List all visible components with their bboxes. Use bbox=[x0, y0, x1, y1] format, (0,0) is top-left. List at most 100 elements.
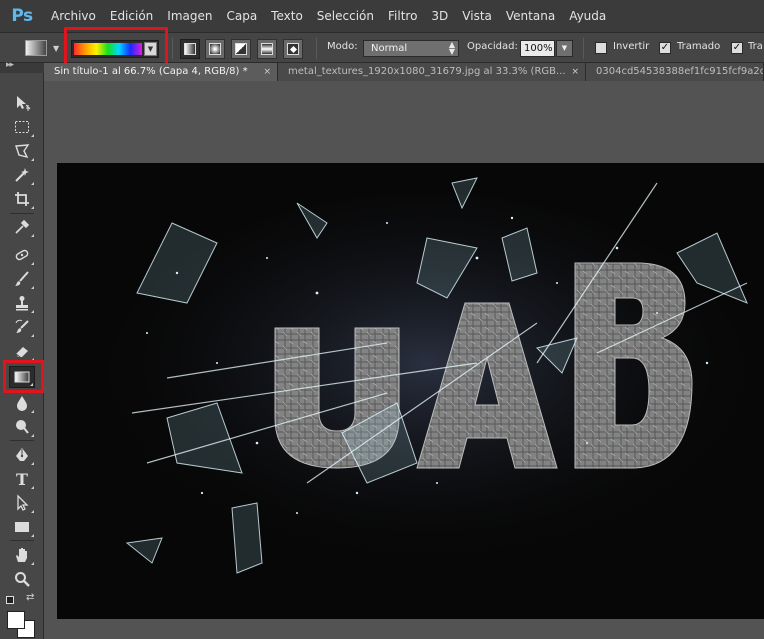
invert-checkbox[interactable] bbox=[595, 42, 607, 54]
menu-3d[interactable]: 3D bbox=[424, 0, 455, 32]
mode-label: Modo: bbox=[327, 41, 358, 52]
brush-glyph bbox=[15, 271, 29, 286]
reflected-gradient-button[interactable] bbox=[257, 39, 277, 59]
radial-gradient-icon bbox=[209, 43, 221, 55]
default-colors-icon[interactable] bbox=[6, 596, 14, 604]
divider bbox=[10, 213, 34, 214]
swap-colors-icon[interactable]: ⇄ bbox=[26, 592, 34, 603]
tool-preset-caret-icon[interactable]: ▼ bbox=[53, 44, 59, 53]
angle-gradient-icon bbox=[235, 43, 247, 55]
tool-preset-icon[interactable] bbox=[25, 40, 47, 56]
blur-tool-icon[interactable] bbox=[9, 392, 35, 414]
dodge-glyph bbox=[16, 420, 29, 434]
healing-brush-tool-icon[interactable] bbox=[9, 244, 35, 266]
menu-vista[interactable]: Vista bbox=[455, 0, 499, 32]
type-tool-icon[interactable]: T bbox=[9, 468, 35, 490]
menu-filtro[interactable]: Filtro bbox=[381, 0, 424, 32]
divider bbox=[10, 440, 34, 441]
tab-label: 0304cd54538388ef1fc915fcf9a2d bbox=[596, 66, 764, 77]
history-brush-glyph bbox=[15, 319, 29, 333]
diamond-gradient-button[interactable] bbox=[283, 39, 303, 59]
magic-wand-glyph bbox=[15, 168, 29, 182]
zoom-tool-icon[interactable] bbox=[9, 568, 35, 590]
rectangle-glyph bbox=[15, 522, 29, 532]
stamp-glyph bbox=[16, 296, 28, 311]
angle-gradient-button[interactable] bbox=[231, 39, 251, 59]
menu-ayuda[interactable]: Ayuda bbox=[562, 0, 613, 32]
mode-select[interactable]: Normal ▲ ▼ bbox=[363, 40, 459, 57]
menu-seleccion[interactable]: Selección bbox=[310, 0, 381, 32]
tool-flyout-icon bbox=[31, 434, 34, 437]
tool-flyout-icon bbox=[31, 462, 34, 465]
tool-flyout-icon bbox=[31, 158, 34, 161]
pen-tool-icon[interactable] bbox=[9, 444, 35, 466]
collapse-icon[interactable]: ▸▸ bbox=[6, 60, 14, 70]
diamond-gradient-icon bbox=[287, 43, 299, 55]
blur-glyph bbox=[17, 396, 27, 411]
tool-flyout-icon bbox=[31, 534, 34, 537]
options-bar: ▼ ▼ Modo: Normal ▲ ▼ Opacidad: 100% ▼ Inv… bbox=[0, 27, 764, 66]
menu-texto[interactable]: Texto bbox=[264, 0, 310, 32]
move-glyph bbox=[17, 96, 31, 111]
tab-label: Sin título-1 al 66.7% (Capa 4, RGB/8) * bbox=[54, 66, 248, 77]
tool-flyout-icon bbox=[31, 182, 34, 185]
foreground-color-swatch[interactable] bbox=[7, 611, 25, 629]
menu-capa[interactable]: Capa bbox=[219, 0, 264, 32]
invert-label: Invertir bbox=[613, 41, 650, 52]
path-selection-tool-icon[interactable] bbox=[9, 492, 35, 514]
linear-gradient-button[interactable] bbox=[180, 39, 200, 59]
zoom-glyph bbox=[15, 572, 30, 587]
type-glyph: T bbox=[16, 469, 28, 489]
tool-flyout-icon bbox=[31, 334, 34, 337]
marquee-glyph bbox=[15, 121, 29, 133]
transparency-label: Tra bbox=[748, 41, 763, 52]
divider bbox=[316, 38, 317, 59]
eyedropper-tool-icon[interactable] bbox=[9, 216, 35, 238]
crop-tool-icon[interactable] bbox=[9, 188, 35, 210]
eraser-tool-icon[interactable] bbox=[9, 340, 35, 362]
mode-value: Normal bbox=[371, 43, 408, 54]
menu-ventana[interactable]: Ventana bbox=[499, 0, 562, 32]
clone-stamp-tool-icon[interactable] bbox=[9, 292, 35, 314]
document-tab-active[interactable]: Sin título-1 al 66.7% (Capa 4, RGB/8) * … bbox=[44, 63, 278, 81]
brush-tool-icon[interactable] bbox=[9, 268, 35, 290]
hand-tool-icon[interactable] bbox=[9, 544, 35, 566]
gradient-highlight-box bbox=[64, 27, 168, 66]
tool-flyout-icon bbox=[31, 234, 34, 237]
tab-label: metal_textures_1920x1080_31679.jpg al 33… bbox=[288, 66, 566, 77]
transparency-checkbox[interactable]: ✓ bbox=[731, 42, 743, 54]
magic-wand-tool-icon[interactable] bbox=[9, 164, 35, 186]
dodge-tool-icon[interactable] bbox=[9, 416, 35, 438]
eyedropper-glyph bbox=[15, 219, 30, 234]
tool-flyout-icon bbox=[31, 134, 34, 137]
rectangle-tool-icon[interactable] bbox=[9, 516, 35, 538]
document-tab[interactable]: metal_textures_1920x1080_31679.jpg al 33… bbox=[278, 63, 586, 81]
radial-gradient-button[interactable] bbox=[205, 39, 225, 59]
gradient-tool-highlight-box bbox=[3, 360, 44, 393]
lasso-glyph bbox=[15, 144, 30, 159]
close-icon[interactable]: × bbox=[263, 63, 271, 81]
move-tool-icon[interactable] bbox=[9, 92, 35, 114]
close-icon[interactable]: × bbox=[571, 63, 579, 81]
tool-flyout-icon bbox=[31, 286, 34, 289]
opacity-label: Opacidad: bbox=[467, 41, 518, 52]
history-brush-tool-icon[interactable] bbox=[9, 316, 35, 338]
divider bbox=[10, 540, 34, 541]
lasso-tool-icon[interactable] bbox=[9, 140, 35, 162]
tools-panel: T ⇄ bbox=[0, 73, 44, 639]
crop-glyph bbox=[15, 192, 29, 206]
opacity-input[interactable]: 100% bbox=[520, 40, 555, 57]
tool-flyout-icon bbox=[31, 410, 34, 413]
dither-checkbox[interactable]: ✓ bbox=[659, 42, 671, 54]
reflected-gradient-icon bbox=[261, 43, 273, 55]
document-canvas[interactable] bbox=[57, 163, 764, 619]
photoshop-logo: Ps bbox=[11, 6, 33, 26]
opacity-dropdown-button[interactable]: ▼ bbox=[556, 40, 573, 57]
tools-panel-header[interactable]: ▸▸ bbox=[0, 60, 44, 73]
marquee-tool-icon[interactable] bbox=[9, 116, 35, 138]
document-tab[interactable]: 0304cd54538388ef1fc915fcf9a2d bbox=[586, 63, 764, 81]
menu-imagen[interactable]: Imagen bbox=[160, 0, 219, 32]
tool-flyout-icon bbox=[31, 562, 34, 565]
tool-flyout-icon bbox=[31, 310, 34, 313]
tool-flyout-icon bbox=[31, 262, 34, 265]
